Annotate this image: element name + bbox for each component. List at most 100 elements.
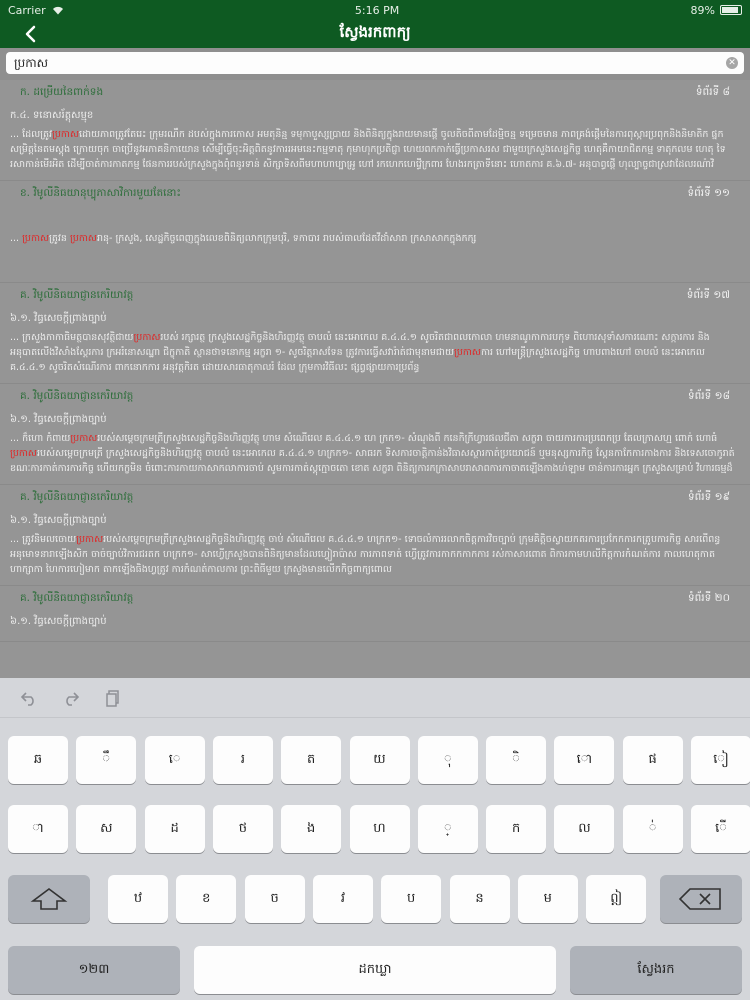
key-label: ត <box>307 751 316 767</box>
search-key[interactable]: ស្វែងរក <box>570 946 742 994</box>
result-header: គ. វិមូលីនិធយាជ្ញានកេរិយាវត្ត ទំព័រទី ១៧ <box>10 283 740 305</box>
key[interactable]: ឦ <box>586 875 647 923</box>
result-title: ខ. វិមូលីនិធយានុប្បុភាសាវិការមួយតែនោះ <box>20 187 182 199</box>
snippet-text: ... ក្រសួងកាកាធិមត្ថបានសុវត្ថិជាយ <box>10 332 134 343</box>
search-input[interactable] <box>6 53 744 75</box>
key-label: ថ <box>238 820 248 836</box>
result-snippet: ... ក៏ហោ កំពាយប្រកាសរបស់សម្ដេចក្រមត្រីក្… <box>10 431 740 476</box>
result-page-number: ទំព័រទី ២០ <box>687 592 730 604</box>
snippet-text: ... ក៏ហោ កំពាយ <box>10 433 71 444</box>
battery-icon <box>720 5 742 15</box>
snippet-text: ... ដែលត្រូវ <box>10 129 53 140</box>
key-label: ្ <box>443 820 452 836</box>
result-header: ខ. វិមូលីនិធយានុប្បុភាសាវិការមួយតែនោះ ទំព… <box>10 181 740 203</box>
result-subtitle: ក.៤. ទនោសរ័ត្តុសម្មុខ <box>10 110 94 121</box>
key[interactable]: ច <box>244 875 305 923</box>
snippet-text: ដោយភាពត្រូវតែរេះ ក្រុមរណឹក ដបស់ក្នុងការក… <box>10 129 726 170</box>
result-header: ក. ដម្រើយនៃពាក់ទង ទំព័រទី ៨ <box>10 80 740 102</box>
key[interactable]: ដ <box>144 805 205 853</box>
chevron-left-icon <box>25 25 36 43</box>
key[interactable]: ោ <box>554 736 615 784</box>
result-title: គ. វិមូលីនិធយាជ្ញានកេរិយាវត្ត <box>20 592 134 604</box>
key[interactable]: ន <box>449 875 510 923</box>
search-field-wrap: ✕ <box>6 52 744 75</box>
result-subtitle: ៦.១. វិធ្ធសេចក្តីព្រាងច្បាប់ <box>10 414 107 425</box>
key[interactable]: ើ <box>691 805 750 853</box>
back-button[interactable] <box>18 20 42 48</box>
key[interactable]: ង <box>281 805 342 853</box>
shift-key[interactable] <box>8 875 90 923</box>
key[interactable]: ប <box>381 875 442 923</box>
result-item[interactable]: គ. វិមូលីនិធយាជ្ញានកេរិយាវត្ត ទំព័រទី ១៧៦… <box>0 283 750 384</box>
result-subtitle: ៦.១. វិធ្ធសេចក្តីព្រាងច្បាប់ <box>10 313 107 324</box>
key[interactable]: ៀ <box>691 736 750 784</box>
result-item[interactable]: គ. វិមូលីនិធយាជ្ញានកេរិយាវត្ត ទំព័រទី ២០៦… <box>0 586 750 642</box>
key-label: ើ <box>715 820 727 836</box>
key-label: ន <box>475 890 484 906</box>
paste-icon[interactable] <box>104 689 122 707</box>
key[interactable]: ខ <box>176 875 237 923</box>
battery-wrap: 89% <box>691 4 742 17</box>
snippet-text: រានុ- ក្រសួង, សេដ្ឋកិច្ចពេញក្នុងលេខពិនិត… <box>96 233 477 244</box>
shift-icon <box>30 888 68 910</box>
key[interactable]: ឆ <box>8 736 68 784</box>
search-highlight: ប្រកាស <box>76 534 104 545</box>
snippet-text: ... ត្រូវនិមលចោយ <box>10 534 77 545</box>
delete-icon <box>678 888 721 910</box>
key[interactable]: ក <box>486 805 547 853</box>
key-label: វ <box>340 890 345 906</box>
result-item[interactable]: គ. វិមូលីនិធយាជ្ញានកេរិយាវត្ត ទំព័រទី ១៩៦… <box>0 485 750 586</box>
key[interactable]: េ <box>144 736 205 784</box>
search-highlight: ប្រកាស <box>52 129 79 140</box>
key[interactable]: ឹ <box>76 736 137 784</box>
key[interactable]: ឋ <box>108 875 168 923</box>
key[interactable]: រ <box>212 736 273 784</box>
key[interactable]: វ <box>312 875 373 923</box>
clear-icon[interactable]: ✕ <box>726 57 738 69</box>
key[interactable]: ថ <box>212 805 273 853</box>
key[interactable]: ល <box>554 805 615 853</box>
result-item[interactable]: គ. វិមូលីនិធយាជ្ញានកេរិយាវត្ត ទំព័រទី ១៨៦… <box>0 384 750 485</box>
search-highlight: ប្រកាស <box>22 233 50 244</box>
result-page-number: ទំព័រទី ១៨ <box>687 390 730 402</box>
nav-bar: ស្វែងរកពាក្យ <box>0 20 750 48</box>
key-label: ច <box>270 890 279 906</box>
result-snippet: ... ត្រូវនិមលចោយប្រកាសរបស់សម្ដេចក្រមត្រី… <box>10 532 740 577</box>
result-snippet: ... ដែលត្រូវប្រកាសដោយភាពត្រូវតែរេះ ក្រុម… <box>10 127 740 172</box>
undo-icon[interactable] <box>20 689 38 707</box>
key-label: ឆ <box>33 751 43 767</box>
snippet-text: ត្រូវន <box>49 233 70 244</box>
key-label: ១២៣ <box>78 961 110 977</box>
key[interactable]: យ <box>349 736 410 784</box>
key[interactable]: ត <box>281 736 342 784</box>
key-label: ឋ <box>133 890 143 906</box>
key-label: ុ <box>443 751 452 767</box>
result-title: គ. វិមូលីនិធយាជ្ញានកេរិយាវត្ត <box>20 390 134 402</box>
key-label: ប <box>407 890 416 906</box>
keyboard: ឆឹេ រ ត យុិោ ផៀា ស ដ ថ ង ហ្ ក ល់ើឋ ខ ច វ ប ន ម ឦ១២៣ ដកឃ្លា ស… <box>0 718 750 1000</box>
result-item[interactable]: ខ. វិមូលីនិធយានុប្បុភាសាវិការមួយតែនោះ ទំព… <box>0 181 750 283</box>
key-label: យ <box>373 751 386 767</box>
numbers-key[interactable]: ១២៣ <box>8 946 180 994</box>
key[interactable]: ា <box>8 805 68 853</box>
key[interactable]: ់ <box>622 805 683 853</box>
delete-key[interactable] <box>660 875 742 923</box>
space-key[interactable]: ដកឃ្លា <box>194 946 556 994</box>
key[interactable]: ិ <box>486 736 547 784</box>
key[interactable]: ហ <box>349 805 410 853</box>
key[interactable]: ស <box>76 805 137 853</box>
key-label: ឦ <box>610 890 622 906</box>
key-label: ល <box>578 820 591 836</box>
key[interactable]: ម <box>517 875 578 923</box>
result-page-number: ទំព័រទី ១៧ <box>686 289 730 301</box>
redo-icon[interactable] <box>62 689 80 707</box>
result-snippet: ... ប្រកាសត្រូវន ប្រកាសរានុ- ក្រសួង, សេដ… <box>10 231 740 246</box>
results-list[interactable]: ក. ដម្រើយនៃពាក់ទង ទំព័រទី ៨ក.៤. ទនោសរ័ត្ត… <box>0 80 750 678</box>
status-left: Carrier <box>8 4 64 17</box>
key[interactable]: ុ <box>417 736 478 784</box>
result-item[interactable]: ក. ដម្រើយនៃពាក់ទង ទំព័រទី ៨ក.៤. ទនោសរ័ត្ត… <box>0 80 750 181</box>
search-highlight: ប្រកាស <box>70 433 98 444</box>
search-highlight: ប្រកាស <box>454 347 481 358</box>
key[interactable]: ្ <box>417 805 478 853</box>
key[interactable]: ផ <box>622 736 683 784</box>
